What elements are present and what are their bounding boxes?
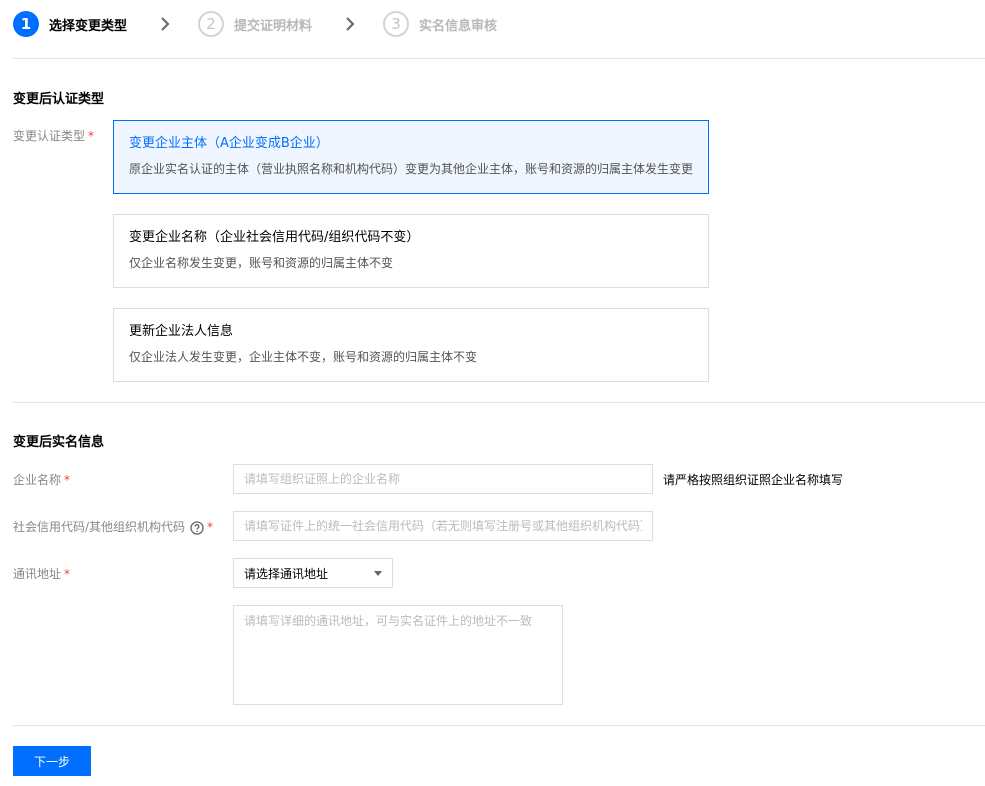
chevron-right-icon <box>337 11 363 37</box>
credit-code-label-text: 社会信用代码/其他组织机构代码 <box>13 520 186 534</box>
step-1-label: 选择变更类型 <box>49 18 128 34</box>
step-2-number: 2 <box>198 11 225 37</box>
auth-type-label-text: 变更认证类型 <box>13 129 86 143</box>
option-title: 更新企业法人信息 <box>129 324 234 339</box>
caret-down-icon <box>374 570 382 576</box>
auth-type-option-change-name[interactable]: 变更企业名称（企业社会信用代码/组织代码不变） 仅企业名称发生变更，账号和资源的… <box>113 214 709 288</box>
step-1-number: 1 <box>13 11 39 37</box>
credit-code-input[interactable] <box>233 511 653 541</box>
step-2-label: 提交证明材料 <box>234 18 313 34</box>
step-3[interactable]: 3 实名信息审核 <box>383 11 497 37</box>
step-1[interactable]: 1 选择变更类型 <box>13 11 127 37</box>
section-title-auth-type: 变更后认证类型 <box>13 92 105 107</box>
step-3-label: 实名信息审核 <box>419 18 498 34</box>
company-name-label-text: 企业名称 <box>13 473 62 487</box>
address-detail-textarea[interactable] <box>233 605 563 705</box>
step-2[interactable]: 2 提交证明材料 <box>198 11 312 37</box>
option-desc: 仅企业法人发生变更，企业主体不变，账号和资源的归属主体不变 <box>129 350 478 364</box>
divider <box>13 725 985 726</box>
auth-type-label: 变更认证类型 * <box>13 127 94 144</box>
company-name-input[interactable] <box>233 464 653 494</box>
auth-type-option-change-entity[interactable]: 变更企业主体（A企业变成B企业） 原企业实名认证的主体（营业执照名称和机构代码）… <box>113 120 709 194</box>
company-name-hint: 请严格按照组织证照企业名称填写 <box>663 473 844 487</box>
option-desc: 原企业实名认证的主体（营业执照名称和机构代码）变更为其他企业主体，账号和资源的归… <box>129 162 694 176</box>
next-step-button[interactable]: 下一步 <box>13 746 91 776</box>
auth-type-option-update-legal-person[interactable]: 更新企业法人信息 仅企业法人发生变更，企业主体不变，账号和资源的归属主体不变 <box>113 308 709 382</box>
question-circle-icon[interactable] <box>190 520 204 535</box>
required-mark: * <box>88 129 95 143</box>
address-select[interactable]: 请选择通讯地址 <box>233 558 393 588</box>
option-title: 变更企业主体（A企业变成B企业） <box>129 136 329 151</box>
company-name-label: 企业名称 * <box>13 471 70 488</box>
option-desc: 仅企业名称发生变更，账号和资源的归属主体不变 <box>129 256 394 270</box>
address-label-text: 通讯地址 <box>13 567 62 581</box>
required-mark: * <box>64 567 71 581</box>
page: 1 选择变更类型 2 提交证明材料 3 实名信息审核 变更后认证类型 变更认证类… <box>0 0 985 786</box>
divider <box>13 58 985 59</box>
required-mark: * <box>64 473 71 487</box>
section-title-real-name-info: 变更后实名信息 <box>13 435 105 450</box>
credit-code-label: 社会信用代码/其他组织机构代码 * <box>13 518 213 535</box>
chevron-right-icon <box>152 11 178 37</box>
option-title: 变更企业名称（企业社会信用代码/组织代码不变） <box>129 230 420 245</box>
divider <box>13 402 985 403</box>
step-3-number: 3 <box>383 11 410 37</box>
address-select-value: 请选择通讯地址 <box>244 566 329 581</box>
stepper: 1 选择变更类型 2 提交证明材料 3 实名信息审核 <box>13 10 497 38</box>
address-label: 通讯地址 * <box>13 565 70 582</box>
required-mark: * <box>207 520 214 534</box>
